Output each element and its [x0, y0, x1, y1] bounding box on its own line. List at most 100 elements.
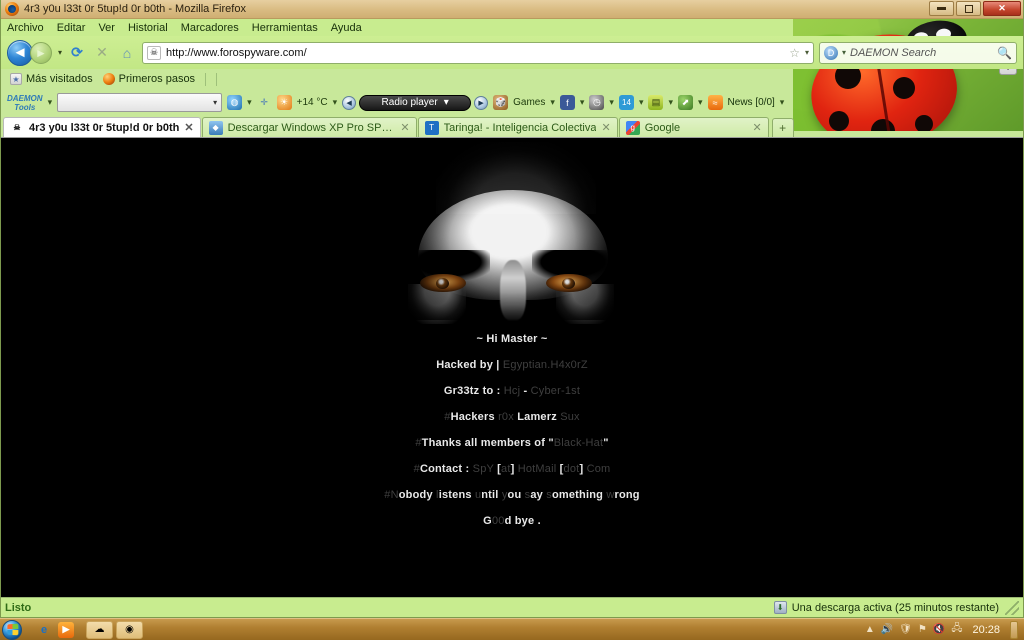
reload-icon[interactable]: ⟳ [67, 43, 87, 63]
taskbar-button-app[interactable]: ☁ [86, 620, 113, 639]
daemon-search-icon[interactable]: D [824, 45, 838, 60]
facebook-icon[interactable]: f [559, 95, 575, 110]
menu-archivo[interactable]: Archivo [7, 22, 44, 34]
security-shield-icon[interactable]: 🛡 [899, 624, 912, 635]
deface-text-segment: Gr33tz to : [443, 385, 504, 397]
radio-player-button[interactable]: Radio player ▾ [359, 94, 472, 111]
close-icon[interactable]: ✕ [752, 121, 761, 134]
defacement-page: ~ Hi Master ~ Hacked by | Egyptian.H4x0rZ… [1, 138, 1023, 597]
home-icon[interactable]: ⌂ [117, 43, 137, 63]
toolbar-divider [216, 72, 218, 86]
tab-defaced-page[interactable]: ☠ 4r3 y0u l33t 0r 5tup!d 0r b0th ✕ [3, 117, 201, 137]
taskbar-button-firefox[interactable]: ◉ [116, 620, 143, 639]
tab-taringa[interactable]: T Taringa! - Inteligencia Colectiva ✕ [417, 117, 618, 137]
deface-text-segment: at [501, 463, 511, 475]
new-tab-button[interactable]: + [771, 118, 794, 137]
daemon-tools-caret[interactable]: ▾ [48, 97, 53, 108]
taskbar-clock[interactable]: 20:28 [972, 624, 1000, 636]
radio-player-widget[interactable]: ◀ Radio player ▾ ▶ [342, 94, 489, 111]
menu-historial[interactable]: Historial [128, 22, 168, 34]
network-icon[interactable]: 🖧 [951, 621, 962, 638]
url-dropdown-icon[interactable]: ▾ [805, 48, 809, 57]
url-text: http://www.forospyware.com/ [166, 46, 307, 59]
history-dropdown-icon[interactable]: ▾ [58, 48, 62, 57]
translate-icon[interactable]: 14 [618, 95, 634, 110]
clock-caret[interactable]: ▾ [609, 97, 614, 108]
tab-google[interactable]: g Google ✕ [618, 117, 769, 137]
screen: 4r3 y0u l33t 0r 5tup!d 0r b0th - Mozilla… [0, 0, 1024, 640]
url-bar[interactable]: ☠ http://www.forospyware.com/ ☆ ▾ [142, 41, 814, 64]
notes-icon[interactable]: ▤ [648, 95, 664, 110]
show-hidden-icons[interactable]: ▲ [865, 624, 875, 635]
rss-icon[interactable]: ≈ [707, 95, 723, 110]
deface-text-segment: ntil [481, 489, 502, 501]
deface-text-segment: ~ Hi Master ~ [476, 333, 548, 345]
games-label[interactable]: Games [513, 97, 545, 108]
menu-herramientas[interactable]: Herramientas [252, 22, 318, 34]
weather-caret[interactable]: ▾ [333, 97, 338, 108]
bookmark-star-icon[interactable]: ☆ [789, 46, 800, 60]
bookmark-label: Más visitados [26, 73, 93, 85]
firefox-icon [102, 73, 115, 85]
page-content: ~ Hi Master ~ Hacked by | Egyptian.H4x0rZ… [1, 137, 1023, 597]
deface-text-segment: Lamerz [517, 411, 561, 423]
close-button[interactable]: ✕ [983, 1, 1021, 16]
globe-caret[interactable]: ▾ [247, 97, 252, 108]
taskbar-buttons: ☁ ◉ [86, 620, 143, 639]
tab-descargar-windows-xp[interactable]: ◆ Descargar Windows XP Pro SP3 [Sin... ✕ [201, 117, 417, 137]
radio-next-icon[interactable]: ▶ [474, 95, 489, 110]
flag-action-center-icon[interactable]: ⚑ [918, 624, 927, 635]
clock-icon[interactable]: ◷ [589, 95, 605, 110]
search-go-icon[interactable]: 🔍 [997, 46, 1012, 60]
internet-explorer-icon[interactable]: e [36, 622, 52, 638]
facebook-caret[interactable]: ▾ [580, 97, 585, 108]
deface-text-segment: istens [438, 489, 475, 501]
daemon-tools-label[interactable]: DAEMON Tools [7, 94, 43, 112]
navigation-toolbar: ◄ ► ▾ ⟳ ✕ ⌂ ☠ http://www.forospyware.com… [1, 36, 1023, 69]
stop-icon[interactable]: ✕ [92, 43, 112, 63]
resize-grip[interactable] [1005, 600, 1019, 615]
show-desktop-button[interactable] [1010, 620, 1018, 639]
close-icon[interactable]: ✕ [400, 121, 409, 134]
menu-ayuda[interactable]: Ayuda [331, 22, 362, 34]
news-label[interactable]: News [0/0] [728, 97, 775, 108]
upload-caret[interactable]: ▾ [698, 97, 703, 108]
taringa-favicon: T [424, 120, 439, 135]
deface-line-hacked-by: Hacked by | Egyptian.H4x0rZ [1, 360, 1023, 371]
close-icon[interactable]: ✕ [601, 121, 610, 134]
restore-button[interactable] [956, 1, 981, 16]
dark-face-eyes-image [396, 142, 628, 324]
search-bar[interactable]: D ▾ DAEMON Search 🔍 [819, 41, 1017, 64]
forward-button[interactable]: ► [30, 41, 52, 64]
sound-muted-icon[interactable]: 🔇 [933, 624, 945, 635]
upload-icon[interactable]: ⬈ [678, 95, 694, 110]
games-caret[interactable]: ▾ [550, 97, 555, 108]
deface-line-hackers: #Hackers r0x Lamerz Sux [1, 412, 1023, 423]
translate-caret[interactable]: ▾ [639, 97, 644, 108]
start-orb[interactable] [2, 619, 22, 640]
volume-icon[interactable]: 🔊 [881, 624, 893, 635]
hacker-favicon: ☠ [10, 120, 24, 135]
download-status[interactable]: ⬇ Una descarga activa (25 minutos restan… [773, 601, 999, 614]
search-input[interactable]: DAEMON Search [850, 47, 936, 59]
menu-editar[interactable]: Editar [57, 22, 86, 34]
bookmark-mas-visitados[interactable]: ★ Más visitados [7, 73, 96, 85]
menu-marcadores[interactable]: Marcadores [181, 22, 239, 34]
bookmark-primeros-pasos[interactable]: Primeros pasos [100, 73, 198, 85]
daemon-tools-combo[interactable]: ▾ [57, 93, 223, 112]
deface-text-segment: SpY [472, 463, 498, 475]
minimize-button[interactable] [929, 1, 954, 16]
windows-media-player-icon[interactable]: ▶ [58, 621, 74, 638]
compass-icon[interactable]: ✛ [257, 95, 272, 110]
deface-text-segment: r0x [498, 411, 518, 423]
notes-caret[interactable]: ▾ [668, 97, 673, 108]
addon-toolbar: DAEMON Tools ▾ ▾ ◍ ▾ ✛ ☀ +14 °C ▾ ◀ Radi… [1, 89, 1023, 116]
menu-ver[interactable]: Ver [98, 22, 115, 34]
news-caret[interactable]: ▾ [780, 97, 785, 108]
radio-player-caret[interactable]: ▾ [444, 97, 449, 108]
radio-prev-icon[interactable]: ◀ [342, 95, 357, 110]
deface-line-goodbye: G00d bye . [1, 516, 1023, 527]
close-icon[interactable]: ✕ [184, 121, 193, 134]
globe-icon[interactable]: ◍ [227, 95, 243, 110]
search-engine-caret[interactable]: ▾ [842, 48, 846, 57]
